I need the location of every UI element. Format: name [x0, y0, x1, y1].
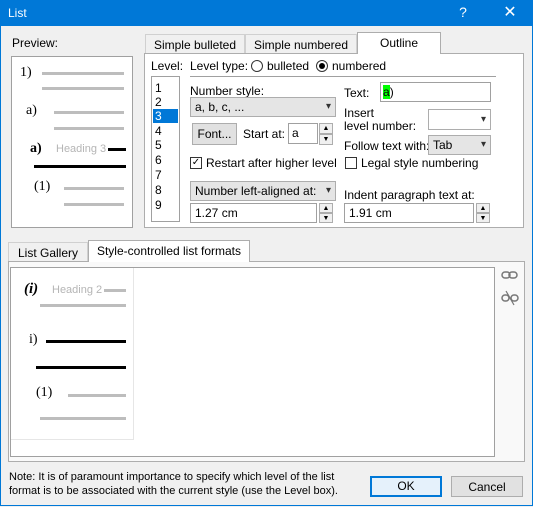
preview-number-1: 1) — [20, 65, 32, 80]
insert-level-select[interactable]: ▾ — [428, 109, 491, 130]
gallery-preview[interactable]: (i) Heading 2 i) (1) — [11, 268, 134, 440]
help-icon[interactable]: ? — [455, 4, 471, 20]
level-item[interactable]: 2 — [155, 95, 162, 109]
gallery-line-active — [36, 366, 126, 369]
preview-number-3: a) — [30, 141, 42, 156]
level-item-selected[interactable]: 3 — [153, 109, 178, 123]
start-at-input[interactable]: a — [288, 123, 318, 144]
preview-number-2: a) — [26, 103, 37, 118]
preview-line — [42, 87, 124, 90]
gallery-line — [104, 289, 126, 292]
tab-list-gallery[interactable]: List Gallery — [8, 242, 88, 262]
preview-line — [54, 111, 124, 114]
insert-level-label-2: level number: — [344, 119, 417, 133]
preview-heading-label: Heading 3 — [56, 143, 107, 155]
restart-checkbox[interactable]: ✓ — [190, 157, 202, 169]
level-item[interactable]: 6 — [155, 153, 162, 167]
start-at-down-icon[interactable]: ▼ — [319, 134, 333, 145]
text-suffix: ) — [389, 85, 394, 99]
preview-line — [54, 127, 124, 130]
unlink-style-icon[interactable] — [501, 290, 519, 306]
gallery-line — [68, 394, 126, 397]
level-item[interactable]: 4 — [155, 124, 162, 138]
chevron-down-icon: ▾ — [325, 101, 331, 112]
number-style-value: a, b, c, ... — [195, 100, 245, 114]
text-level-code: a — [383, 85, 390, 99]
level-type-label: Level type: — [190, 59, 249, 73]
legal-label[interactable]: Legal style numbering — [361, 156, 478, 170]
number-align-select[interactable]: Number left-aligned at: ▾ — [190, 181, 336, 201]
insert-level-label: Insert — [344, 106, 375, 120]
preview-panel: 1) a) a) Heading 3 (1) — [11, 56, 133, 228]
gallery-number-1: (i) — [24, 281, 39, 297]
note-line-2: format is to be associated with the curr… — [9, 485, 338, 497]
preview-line — [64, 203, 124, 206]
title-bar: List ? ✕ — [0, 0, 533, 26]
level-label: Level: — [151, 59, 184, 73]
indent-label: Indent paragraph text at: — [344, 188, 475, 202]
gallery-heading-label: Heading 2 — [52, 284, 103, 296]
level-item[interactable]: 8 — [155, 183, 162, 197]
ok-button[interactable]: OK — [370, 476, 442, 497]
follow-text-label: Follow text with: — [344, 139, 430, 153]
number-style-label: Number style: — [190, 84, 265, 98]
follow-text-select[interactable]: Tab ▾ — [428, 135, 491, 155]
level-item[interactable]: 9 — [155, 198, 162, 212]
preview-line-active — [34, 165, 126, 168]
number-style-select[interactable]: a, b, c, ... ▾ — [190, 97, 336, 117]
text-input[interactable]: a) — [380, 82, 491, 102]
tab-style-controlled[interactable]: Style-controlled list formats — [88, 240, 250, 262]
restart-label[interactable]: Restart after higher level — [206, 156, 337, 170]
preview-line — [42, 72, 124, 75]
level-item[interactable]: 1 — [155, 81, 162, 95]
number-align-up-icon[interactable]: ▲ — [319, 203, 333, 213]
level-item[interactable]: 7 — [155, 168, 162, 182]
chevron-down-icon: ▾ — [325, 185, 331, 196]
follow-text-value: Tab — [433, 138, 453, 152]
gallery-line-active — [46, 340, 126, 343]
gallery-line — [40, 304, 126, 307]
tab-simple-bulleted[interactable]: Simple bulleted — [145, 34, 245, 54]
indent-down-icon[interactable]: ▼ — [476, 213, 490, 223]
radio-bulleted-label[interactable]: bulleted — [267, 59, 309, 73]
cancel-button[interactable]: Cancel — [451, 476, 523, 497]
gallery-number-3: (1) — [36, 385, 53, 400]
gallery-panel: (i) Heading 2 i) (1) — [10, 267, 495, 457]
radio-numbered[interactable] — [316, 60, 328, 72]
tab-simple-numbered[interactable]: Simple numbered — [245, 34, 357, 54]
radio-bulleted[interactable] — [251, 60, 263, 72]
indent-up-icon[interactable]: ▲ — [476, 203, 490, 213]
number-align-input[interactable]: 1.27 cm — [190, 203, 317, 223]
gallery-number-2: i) — [29, 332, 38, 347]
link-style-icon[interactable] — [501, 268, 519, 282]
chevron-down-icon: ▾ — [480, 114, 486, 125]
tab-outline[interactable]: Outline — [357, 32, 441, 54]
preview-line — [64, 187, 124, 190]
preview-label: Preview: — [12, 36, 59, 50]
start-at-up-icon[interactable]: ▲ — [319, 123, 333, 134]
start-at-label: Start at: — [243, 127, 286, 141]
radio-numbered-label[interactable]: numbered — [332, 59, 386, 73]
preview-line-active — [108, 148, 126, 151]
window-title: List — [8, 6, 27, 20]
number-align-value: Number left-aligned at: — [195, 184, 317, 198]
chevron-down-icon: ▾ — [480, 139, 486, 150]
preview-number-4: (1) — [34, 179, 51, 194]
font-button[interactable]: Font... — [192, 123, 237, 145]
note-line-1: Note: It is of paramount importance to s… — [9, 471, 335, 483]
divider — [190, 76, 496, 77]
indent-input[interactable]: 1.91 cm — [344, 203, 474, 223]
level-list[interactable]: 1 2 3 4 5 6 7 8 9 — [151, 76, 180, 222]
gallery-line — [40, 417, 126, 420]
close-icon[interactable]: ✕ — [500, 2, 520, 22]
level-item[interactable]: 5 — [155, 138, 162, 152]
legal-checkbox[interactable] — [345, 157, 357, 169]
number-align-down-icon[interactable]: ▼ — [319, 213, 333, 223]
text-label: Text: — [344, 86, 370, 100]
